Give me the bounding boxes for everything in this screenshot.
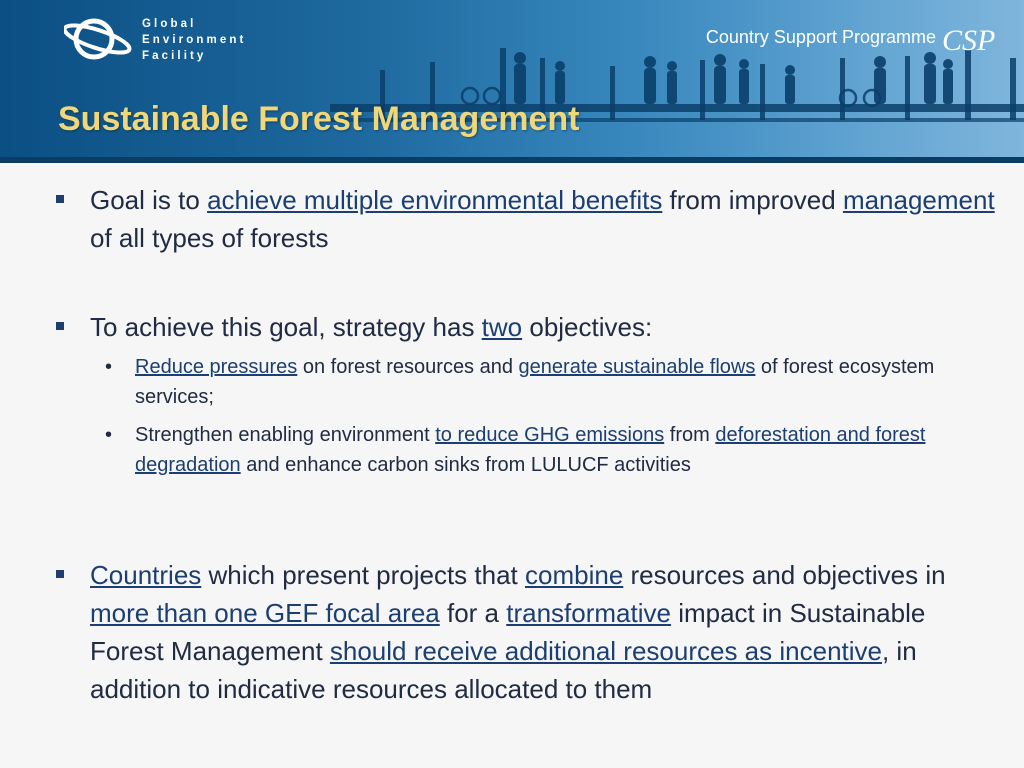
underlined-text: combine bbox=[525, 560, 624, 590]
square-bullet-icon bbox=[56, 570, 64, 578]
underlined-text: transformative bbox=[506, 598, 671, 628]
bullet-text: from bbox=[664, 424, 716, 446]
underlined-text: Reduce pressures bbox=[135, 356, 298, 378]
bullet-strategy: To achieve this goal, strategy has two o… bbox=[56, 308, 1000, 346]
bullet-goal: Goal is to achieve multiple environmenta… bbox=[56, 181, 1000, 257]
bullet-text: and enhance carbon sinks from LULUCF act… bbox=[240, 454, 691, 476]
underlined-text: management bbox=[842, 185, 995, 215]
bullet-text: To achieve this goal, strategy has bbox=[90, 312, 482, 342]
bullet-text: for a bbox=[439, 598, 507, 628]
bullet-countries: Countries which present projects that co… bbox=[56, 556, 1000, 708]
underlined-text: should receive additional resources as i… bbox=[329, 636, 882, 666]
bullet-text: on forest resources and bbox=[297, 356, 519, 378]
bullet-text: which present projects that bbox=[201, 560, 525, 590]
round-bullet-icon: • bbox=[105, 356, 113, 378]
bullet-text: from improved bbox=[662, 185, 843, 215]
underlined-text: more than one GEF focal area bbox=[90, 598, 440, 628]
bullet-text: objectives: bbox=[522, 312, 653, 342]
underlined-text: Countries bbox=[90, 560, 202, 590]
square-bullet-icon bbox=[56, 195, 64, 203]
bullet-text: resources and objectives in bbox=[623, 560, 946, 590]
underlined-text: two bbox=[481, 312, 523, 342]
underlined-text: to reduce GHG emissions bbox=[435, 424, 665, 446]
underlined-text: achieve multiple environmental benefits bbox=[207, 185, 663, 215]
bullet-text: of all types of forests bbox=[90, 223, 329, 253]
round-bullet-icon: • bbox=[105, 424, 113, 446]
square-bullet-icon bbox=[56, 322, 64, 330]
sub-bullet-enabling-environment: • Strengthen enabling environment to red… bbox=[105, 420, 935, 480]
slide-body: Goal is to achieve multiple environmenta… bbox=[0, 0, 1024, 768]
bullet-text: Strengthen enabling environment bbox=[135, 424, 436, 446]
bullet-text: Goal is to bbox=[90, 185, 208, 215]
underlined-text: generate sustainable flows bbox=[518, 356, 756, 378]
sub-bullet-reduce-pressures: • Reduce pressures on forest resources a… bbox=[105, 352, 935, 412]
